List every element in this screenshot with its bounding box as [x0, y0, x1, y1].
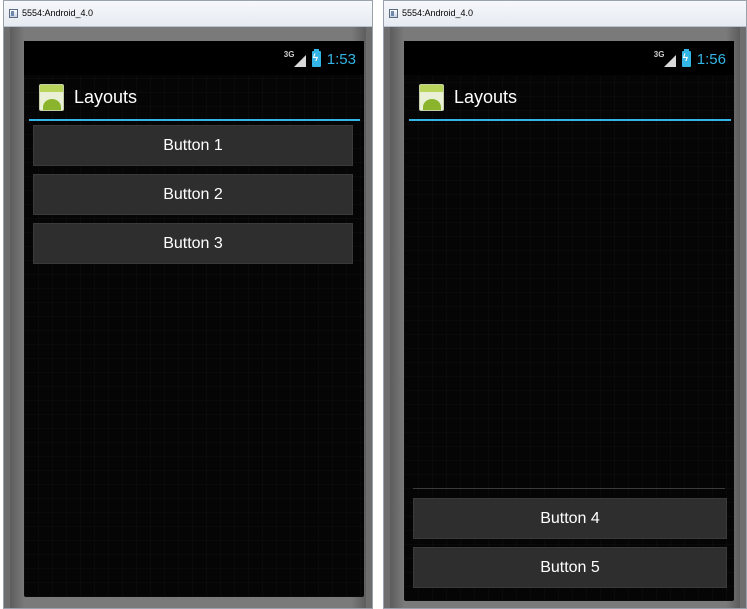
button-5[interactable]: Button 5	[413, 547, 727, 588]
action-bar: Layouts	[409, 75, 731, 121]
status-clock: 1:56	[696, 50, 726, 68]
status-bar: 3G ϟ 1:56	[404, 41, 734, 75]
action-bar-title: Layouts	[74, 86, 138, 107]
device-screen: 3G ϟ 1:53 Layouts Button 1 Button 2 Butt…	[24, 41, 364, 597]
signal-icon: 3G	[654, 50, 676, 68]
emulator-window-icon	[389, 9, 398, 18]
action-bar-title: Layouts	[454, 86, 518, 107]
button-1[interactable]: Button 1	[33, 125, 353, 166]
battery-charging-icon: ϟ	[681, 49, 691, 67]
button-4[interactable]: Button 4	[413, 498, 727, 539]
window-title: 5554:Android_4.0	[402, 8, 474, 18]
emulator-window-right: 5554:Android_4.0 3G ϟ 1:56 Layouts Butto…	[383, 0, 747, 609]
status-clock: 1:53	[326, 50, 356, 68]
emulator-window-icon	[9, 9, 18, 18]
window-title: 5554:Android_4.0	[22, 8, 94, 18]
button-3[interactable]: Button 3	[33, 223, 353, 264]
status-bar: 3G ϟ 1:53	[24, 41, 364, 75]
emulator-window-left: 5554:Android_4.0 3G ϟ 1:53 Layouts Butto…	[3, 0, 373, 609]
content-divider	[413, 488, 725, 489]
window-titlebar[interactable]: 5554:Android_4.0	[4, 1, 372, 27]
window-titlebar[interactable]: 5554:Android_4.0	[384, 1, 746, 27]
signal-icon: 3G	[284, 50, 306, 68]
battery-charging-icon: ϟ	[311, 49, 321, 67]
device-screen: 3G ϟ 1:56 Layouts Button 4 Button 5	[404, 41, 734, 601]
app-launcher-icon	[39, 83, 64, 111]
action-bar: Layouts	[29, 75, 360, 121]
app-launcher-icon	[419, 83, 444, 111]
button-2[interactable]: Button 2	[33, 174, 353, 215]
